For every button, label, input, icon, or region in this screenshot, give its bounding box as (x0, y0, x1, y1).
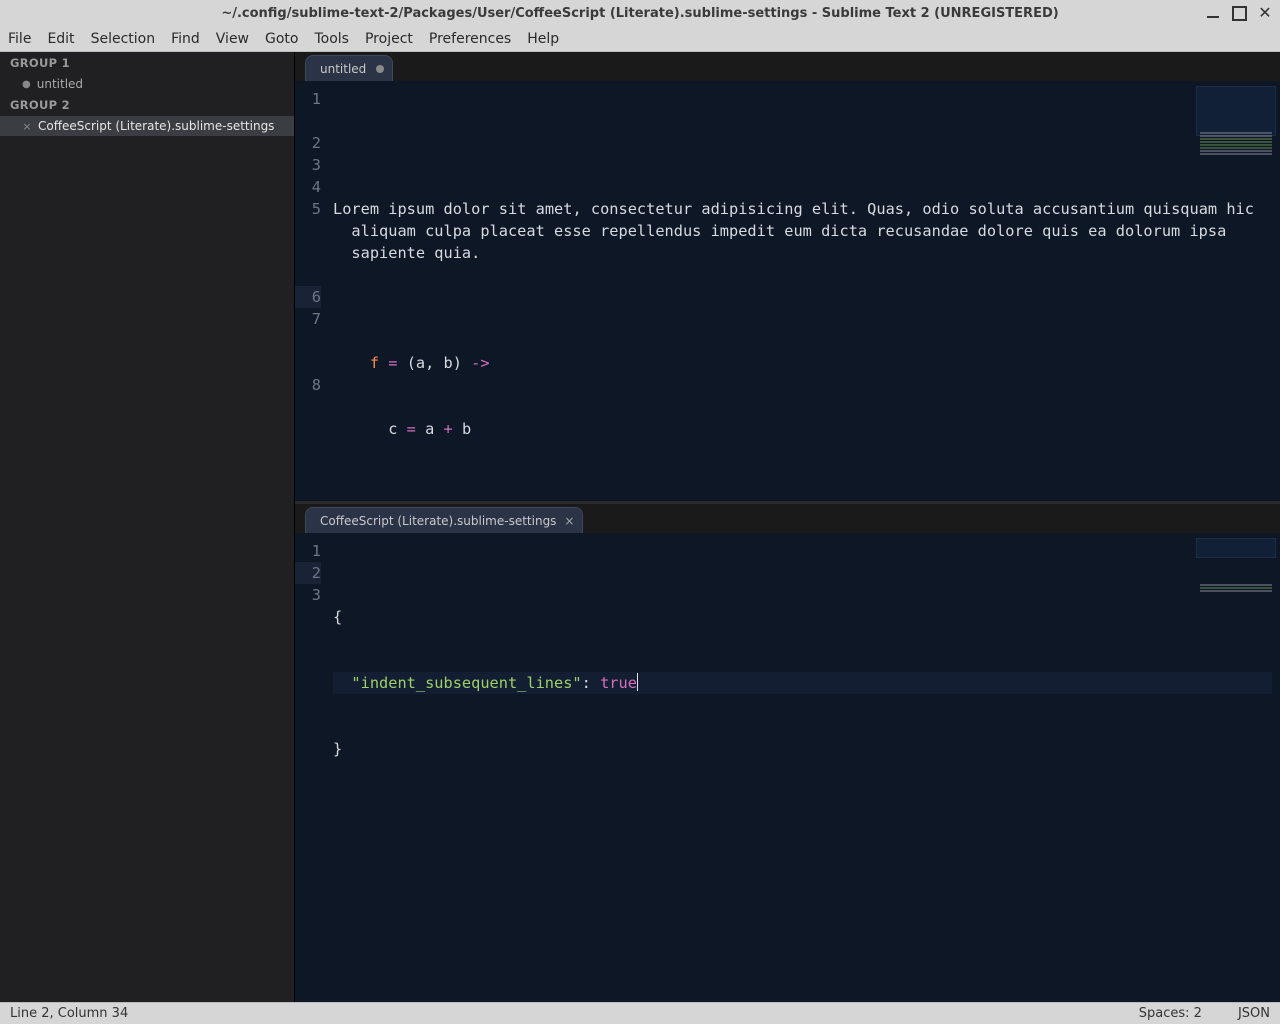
tab-bar-bottom: CoffeeScript (Literate).sublime-settings… (295, 504, 1280, 534)
status-position[interactable]: Line 2, Column 34 (10, 1006, 128, 1021)
code-body-bottom[interactable]: { "indent_subsequent_lines": true } (327, 534, 1280, 1002)
tab-label: CoffeeScript (Literate).sublime-settings (320, 514, 556, 528)
menu-project[interactable]: Project (365, 31, 413, 47)
code-line: c = a + b (333, 418, 1272, 440)
editor-column: untitled 1 2 3 4 5 6 7 (294, 52, 1280, 1002)
editor-pane-bottom: CoffeeScript (Literate).sublime-settings… (295, 504, 1280, 1002)
sidebar-item-untitled[interactable]: ● untitled (0, 74, 294, 94)
menu-find[interactable]: Find (171, 31, 200, 47)
gutter-bottom: 1 2 3 (295, 534, 327, 1002)
menu-goto[interactable]: Goto (265, 31, 298, 47)
code-line: "Lorem ipsum dolor sit amet, consectetur… (333, 484, 1272, 501)
window-titlebar: ~/.config/sublime-text-2/Packages/User/C… (0, 0, 1280, 26)
sidebar-group-2-header: GROUP 2 (0, 94, 294, 116)
menu-view[interactable]: View (216, 31, 249, 47)
gutter-top: 1 2 3 4 5 6 7 8 (295, 82, 327, 501)
sidebar-item-settings[interactable]: × CoffeeScript (Literate).sublime-settin… (0, 116, 294, 136)
editor-pane-top: untitled 1 2 3 4 5 6 7 (295, 52, 1280, 504)
tab-settings[interactable]: CoffeeScript (Literate).sublime-settings… (305, 507, 583, 533)
code-area-top[interactable]: 1 2 3 4 5 6 7 8 (295, 82, 1280, 501)
tab-label: untitled (320, 62, 366, 76)
menu-file[interactable]: File (8, 31, 31, 47)
menu-tools[interactable]: Tools (314, 31, 349, 47)
tab-close-icon[interactable]: × (564, 514, 574, 528)
code-area-bottom[interactable]: 1 2 3 { "indent_subsequent_lines": true … (295, 534, 1280, 1002)
window-controls: ✕ (1204, 4, 1274, 22)
code-line: } (333, 738, 1272, 760)
close-icon[interactable]: ✕ (1256, 4, 1274, 22)
code-text: Lorem ipsum dolor sit amet, consectetur … (333, 198, 1272, 264)
tab-bar-top: untitled (295, 52, 1280, 82)
minimize-icon[interactable] (1204, 4, 1222, 22)
close-file-icon[interactable]: × (22, 120, 32, 133)
dirty-indicator-icon (376, 65, 384, 73)
code-line: f = (a, b) -> (333, 352, 1272, 374)
sidebar-group-1-header: GROUP 1 (0, 52, 294, 74)
sidebar: GROUP 1 ● untitled GROUP 2 × CoffeeScrip… (0, 52, 294, 1002)
minimap-bottom[interactable] (1196, 538, 1276, 558)
menu-help[interactable]: Help (527, 31, 559, 47)
code-line: { (333, 606, 1272, 628)
menu-selection[interactable]: Selection (91, 31, 156, 47)
code-body-top[interactable]: Lorem ipsum dolor sit amet, consectetur … (327, 82, 1280, 501)
main-area: GROUP 1 ● untitled GROUP 2 × CoffeeScrip… (0, 52, 1280, 1002)
maximize-icon[interactable] (1230, 4, 1248, 22)
dirty-dot-icon: ● (22, 79, 31, 90)
menu-preferences[interactable]: Preferences (429, 31, 511, 47)
sidebar-item-label: untitled (37, 77, 83, 91)
minimap-top[interactable] (1196, 86, 1276, 136)
status-indent[interactable]: Spaces: 2 (1139, 1006, 1202, 1021)
window-title: ~/.config/sublime-text-2/Packages/User/C… (0, 6, 1280, 21)
menu-bar: File Edit Selection Find View Goto Tools… (0, 26, 1280, 52)
menu-edit[interactable]: Edit (47, 31, 74, 47)
code-line: "indent_subsequent_lines": true (333, 672, 1272, 694)
tab-untitled[interactable]: untitled (305, 55, 393, 81)
sidebar-item-label: CoffeeScript (Literate).sublime-settings (38, 119, 274, 133)
status-bar: Line 2, Column 34 Spaces: 2 JSON (0, 1002, 1280, 1024)
status-syntax[interactable]: JSON (1238, 1006, 1270, 1021)
text-cursor (637, 673, 638, 691)
